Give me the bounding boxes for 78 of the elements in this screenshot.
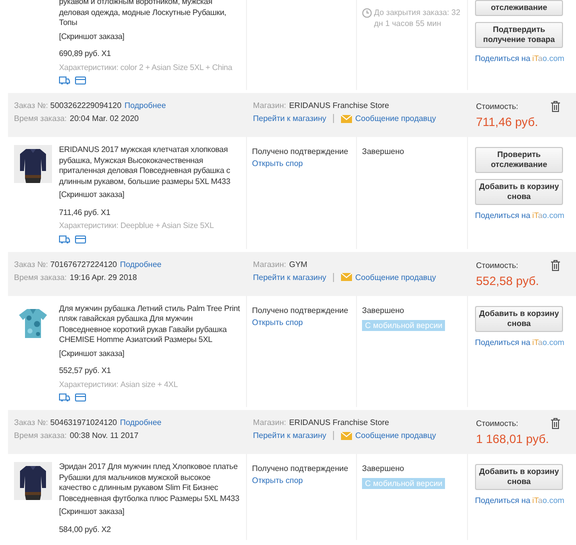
- truck-icon[interactable]: [59, 76, 70, 85]
- trash-icon[interactable]: [551, 260, 560, 270]
- screenshot-link[interactable]: [Скриншот заказа]: [59, 32, 244, 42]
- share-link[interactable]: Поделиться на: [475, 338, 530, 346]
- action-button[interactable]: Добавить в корзину снова: [475, 464, 563, 490]
- envelope-icon: [341, 114, 352, 122]
- message-seller-link[interactable]: Сообщение продавцу: [355, 431, 436, 440]
- message-seller-link[interactable]: Сообщение продавцу: [355, 114, 436, 123]
- trash-icon[interactable]: [551, 101, 560, 112]
- share-brand[interactable]: iTao.com: [532, 54, 564, 63]
- item-specs: Характеристики: color 2 + Asian Size 5XL + China: [59, 62, 234, 73]
- store-name: Магазин: ERIDANUS Franchise Store: [253, 101, 390, 110]
- order-state: Завершено: [362, 464, 406, 473]
- open-dispute-link[interactable]: Открыть спор: [252, 159, 352, 168]
- order-number: Заказ №: 701676727224120: [14, 260, 117, 268]
- screenshot-link[interactable]: [Скриншот заказа]: [59, 190, 244, 200]
- message-seller-link[interactable]: Сообщение продавцу: [355, 272, 436, 282]
- details-link[interactable]: Подробнее: [124, 101, 166, 110]
- item-price: 584,00 руб. X2: [59, 524, 112, 535]
- cost-value: 1 168,01 руб.: [476, 432, 550, 446]
- envelope-icon: [341, 273, 352, 281]
- store-link[interactable]: Перейти к магазину: [253, 272, 326, 282]
- envelope-icon: [341, 432, 352, 440]
- mobile-version-badge: С мобильной версии: [362, 478, 446, 489]
- order-time: Время заказа: 00:38 Nov. 11 2017: [14, 431, 140, 440]
- open-dispute-link[interactable]: Открыть спор: [252, 318, 352, 326]
- order-status: Получено подтверждение: [252, 147, 350, 156]
- item-specs: Характеристики: Deepblue + Asian Size 5XL: [59, 221, 215, 232]
- clock-icon: [362, 8, 372, 18]
- store-name: Магазин: ERIDANUS Franchise Store: [253, 418, 390, 427]
- product-title[interactable]: ERIDANUS 2017 мужская клетчатая хлопковая рубашка, Мужская Высококачественная приталенная деловая Повседневная рубашка с длинным рукавом, большие размеры 5XL M433: [59, 145, 244, 187]
- cost-label: Стоимость:: [476, 419, 518, 428]
- item-price: 690,89 руб. X1: [59, 49, 112, 60]
- store-name: Магазин: GYM: [253, 260, 308, 268]
- action-button[interactable]: отслеживание: [475, 0, 563, 16]
- cost-label: Стоимость:: [476, 260, 518, 270]
- order-state: Завершено: [362, 306, 406, 314]
- product-title[interactable]: Для мужчин рубашка Летний стиль Palm Tree Print пляж гавайская рубашка Для мужчин Повседневное короткий рукав Гавайи рубашка CHEMISE Homme Азиатский Размеры 5XL: [59, 304, 244, 346]
- share-brand[interactable]: iTao.com: [532, 211, 564, 220]
- order-number: Заказ №: 5003262229094120: [14, 101, 122, 110]
- share-brand[interactable]: iTao.com: [532, 496, 564, 505]
- order-status: Получено подтверждение: [252, 306, 350, 314]
- trash-icon[interactable]: [551, 418, 560, 429]
- mobile-version-badge: С мобильной версии: [362, 320, 446, 330]
- card-icon[interactable]: [75, 234, 86, 244]
- cost-value: 711,46 руб.: [476, 115, 540, 129]
- truck-icon[interactable]: [59, 393, 70, 402]
- countdown-text: До закрытия заказа: 32 дн 1 часов 55 мин: [362, 8, 463, 29]
- item-price: 711,46 руб. X1: [59, 208, 112, 218]
- item-specs: Характеристики: Asian size + 4XL: [59, 380, 179, 390]
- item-price: 552,57 руб. X1: [59, 366, 112, 376]
- share-link[interactable]: Поделиться на: [475, 211, 530, 220]
- order-state: Завершено: [362, 147, 406, 156]
- product-title[interactable]: рукавом и отложным воротником, мужская деловая одежда, модные Лоскутные Рубашки, Топы: [59, 0, 244, 28]
- order-status: Получено подтверждение: [252, 464, 350, 473]
- truck-icon[interactable]: [59, 234, 70, 244]
- order-number: Заказ №: 504631971024120: [14, 418, 117, 427]
- action-button[interactable]: Проверить отслеживание: [475, 147, 563, 173]
- order-time: Время заказа: 19:16 Apr. 29 2018: [14, 272, 138, 282]
- screenshot-link[interactable]: [Скриншот заказа]: [59, 348, 244, 359]
- share-link[interactable]: Поделиться на: [475, 496, 530, 505]
- card-icon[interactable]: [75, 76, 86, 85]
- store-link[interactable]: Перейти к магазину: [253, 114, 326, 123]
- details-link[interactable]: Подробнее: [120, 260, 162, 268]
- card-icon[interactable]: [75, 393, 86, 402]
- details-link[interactable]: Подробнее: [120, 418, 162, 427]
- action-button[interactable]: Добавить в корзину снова: [475, 306, 563, 332]
- cost-value: 552,58 руб.: [476, 274, 540, 288]
- cost-label: Стоимость:: [476, 102, 518, 111]
- share-link[interactable]: Поделиться на: [475, 54, 530, 63]
- action-button[interactable]: Подтвердить получение товара: [475, 22, 563, 48]
- open-dispute-link[interactable]: Открыть спор: [252, 476, 352, 485]
- order-time: Время заказа: 20:04 Mar. 02 2020: [14, 114, 140, 123]
- action-button[interactable]: Добавить в корзину снова: [475, 179, 563, 205]
- share-brand[interactable]: iTao.com: [532, 338, 564, 346]
- store-link[interactable]: Перейти к магазину: [253, 431, 326, 440]
- screenshot-link[interactable]: [Скриншот заказа]: [59, 507, 244, 518]
- product-title[interactable]: Эридан 2017 Для мужчин плед Хлопковое платье Рубашки для мальчиков мужской высокое качество с длинным рукавом Slim Fit Бизнес Повседневная футболка плюс Размеры 5XL M433: [59, 462, 244, 504]
